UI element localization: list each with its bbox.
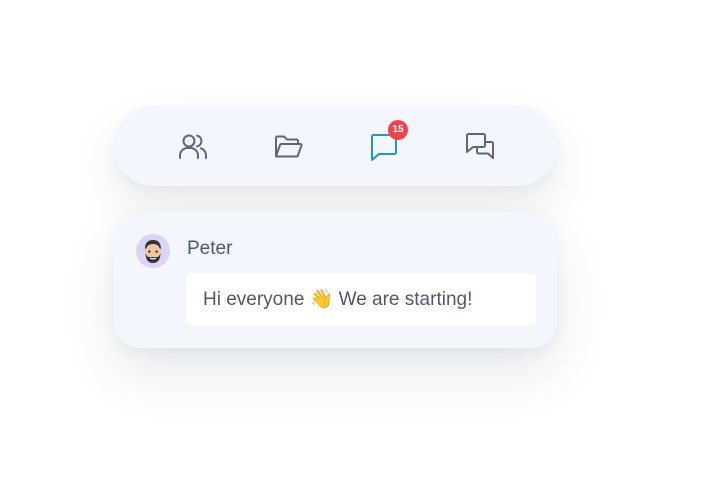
avatar-peter bbox=[136, 234, 170, 268]
files-button[interactable] bbox=[271, 130, 305, 164]
notification-badge: 15 bbox=[388, 120, 408, 140]
folder-open-icon bbox=[275, 135, 303, 158]
toolbar: 15 bbox=[114, 106, 557, 186]
chat-button[interactable]: 15 bbox=[367, 120, 408, 164]
people-button[interactable] bbox=[176, 130, 210, 164]
message-bubble: Hi everyone 👋 We are starting! bbox=[186, 273, 536, 325]
conversations-button[interactable] bbox=[463, 130, 497, 164]
avatar[interactable] bbox=[136, 234, 170, 268]
message-text: Hi everyone 👋 We are starting! bbox=[203, 289, 473, 310]
chat-bubbles-icon bbox=[466, 133, 494, 159]
users-icon bbox=[179, 134, 208, 159]
chat-message-card: Peter Hi everyone 👋 We are starting! bbox=[114, 212, 557, 348]
sender-name: Peter bbox=[187, 238, 233, 259]
